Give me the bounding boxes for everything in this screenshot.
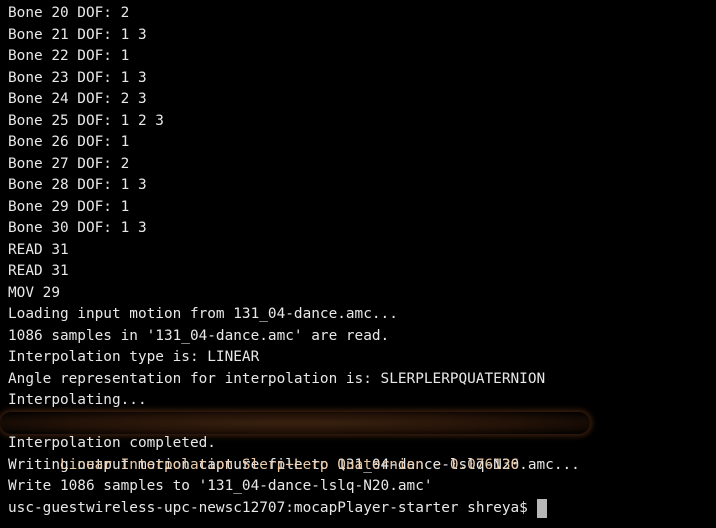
output-line: Bone 22 DOF: 1 bbox=[8, 48, 130, 64]
highlighted-output-line: Linear Interpolation Slerp+Lerp Quaterni… bbox=[0, 411, 590, 473]
output-line: Interpolation completed. bbox=[8, 435, 216, 451]
output-line: Bone 27 DOF: 2 bbox=[8, 155, 130, 172]
output-line: READ 31 bbox=[8, 263, 69, 279]
output-line: Interpolation type is: LINEAR bbox=[8, 349, 260, 365]
output-line: Write 1086 samples to '131_04-dance-lslq… bbox=[8, 478, 433, 494]
output-line: Bone 25 DOF: 1 2 3 bbox=[8, 112, 164, 129]
output-line: Loading input motion from 131_04-dance.a… bbox=[8, 306, 398, 322]
output-line: Bone 24 DOF: 2 3 bbox=[8, 91, 147, 107]
output-line: Bone 30 DOF: 1 3 bbox=[8, 220, 147, 236]
command-prompt[interactable]: usc-guestwireless-upc-newsc12707:mocapPl… bbox=[8, 498, 580, 520]
output-line: 1086 samples in '131_04-dance.amc' are r… bbox=[8, 327, 390, 344]
terminal-output: Bone 20 DOF: 2 Bone 21 DOF: 1 3 Bone 22 … bbox=[0, 3, 590, 520]
output-line: Angle representation for interpolation i… bbox=[8, 370, 546, 387]
output-line: READ 31 bbox=[8, 241, 69, 258]
output-line: Bone 29 DOF: 1 bbox=[8, 198, 130, 215]
highlighted-line-text: Linear Interpolation Slerp+Lerp Quaterni… bbox=[59, 456, 520, 473]
output-line: Bone 26 DOF: 1 bbox=[8, 134, 130, 150]
output-line: Interpolating... bbox=[8, 392, 147, 408]
terminal-window[interactable]: Bone 20 DOF: 2 Bone 21 DOF: 1 3 Bone 22 … bbox=[0, 0, 716, 528]
output-line: Bone 28 DOF: 1 3 bbox=[8, 177, 147, 193]
prompt-text: usc-guestwireless-upc-newsc12707:mocapPl… bbox=[8, 499, 528, 516]
text-cursor bbox=[536, 498, 547, 518]
highlight-glow bbox=[0, 411, 590, 434]
output-line: Bone 20 DOF: 2 bbox=[8, 5, 130, 21]
output-line: MOV 29 bbox=[8, 284, 60, 301]
output-line: Bone 23 DOF: 1 3 bbox=[8, 69, 147, 86]
output-line: Bone 21 DOF: 1 3 bbox=[8, 26, 147, 43]
